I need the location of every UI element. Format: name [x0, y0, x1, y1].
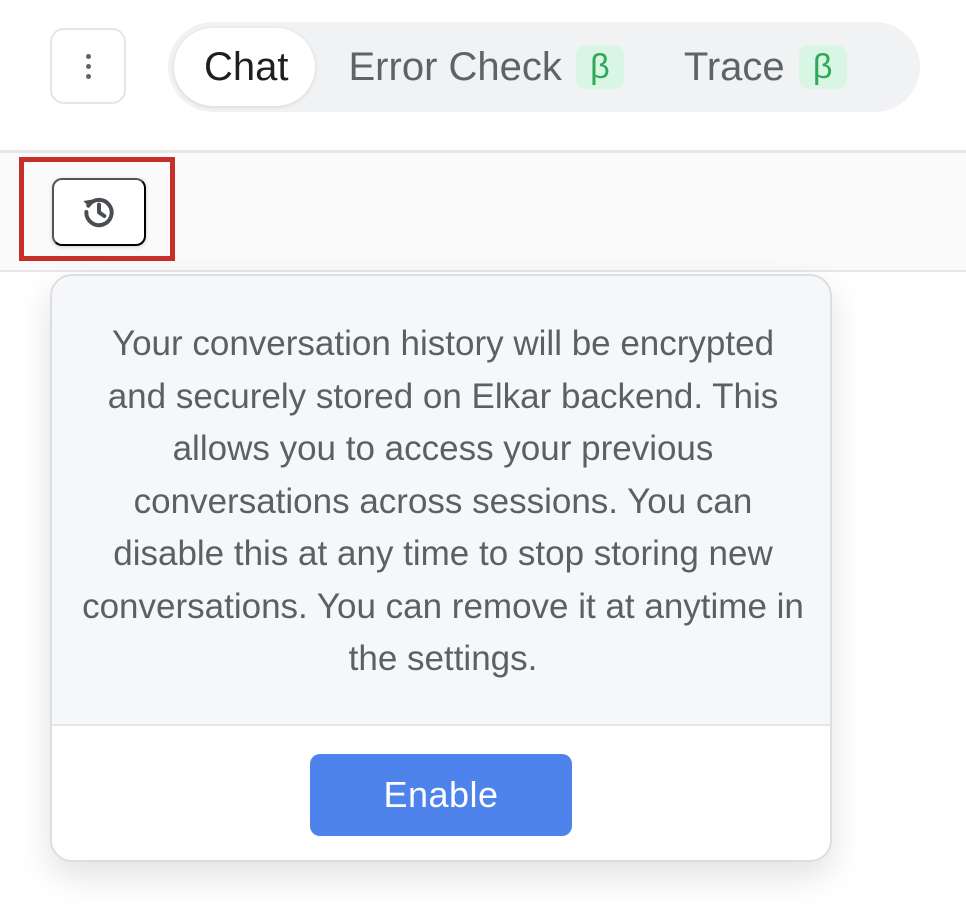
popover-message: Your conversation history will be encryp… [82, 324, 804, 678]
app-root: Chat Error Check β Trace β Your conversa… [0, 0, 966, 920]
history-button[interactable] [52, 178, 146, 246]
history-icon [83, 197, 114, 228]
enable-button[interactable]: Enable [310, 754, 572, 836]
beta-badge: β [575, 45, 624, 89]
tab-chat[interactable]: Chat [174, 28, 315, 106]
tab-chat-label: Chat [204, 44, 289, 89]
mode-tabs: Chat Error Check β Trace β [168, 22, 920, 112]
tab-trace[interactable]: Trace β [684, 28, 847, 106]
beta-badge: β [798, 45, 847, 89]
tab-error-check[interactable]: Error Check β [349, 28, 624, 106]
tab-error-check-label: Error Check [348, 44, 562, 89]
history-popover: Your conversation history will be encryp… [50, 274, 832, 862]
tab-trace-label: Trace [683, 44, 785, 89]
more-options-button[interactable] [50, 28, 126, 104]
vertical-ellipsis-icon [85, 53, 91, 79]
popover-footer: Enable [52, 724, 830, 860]
